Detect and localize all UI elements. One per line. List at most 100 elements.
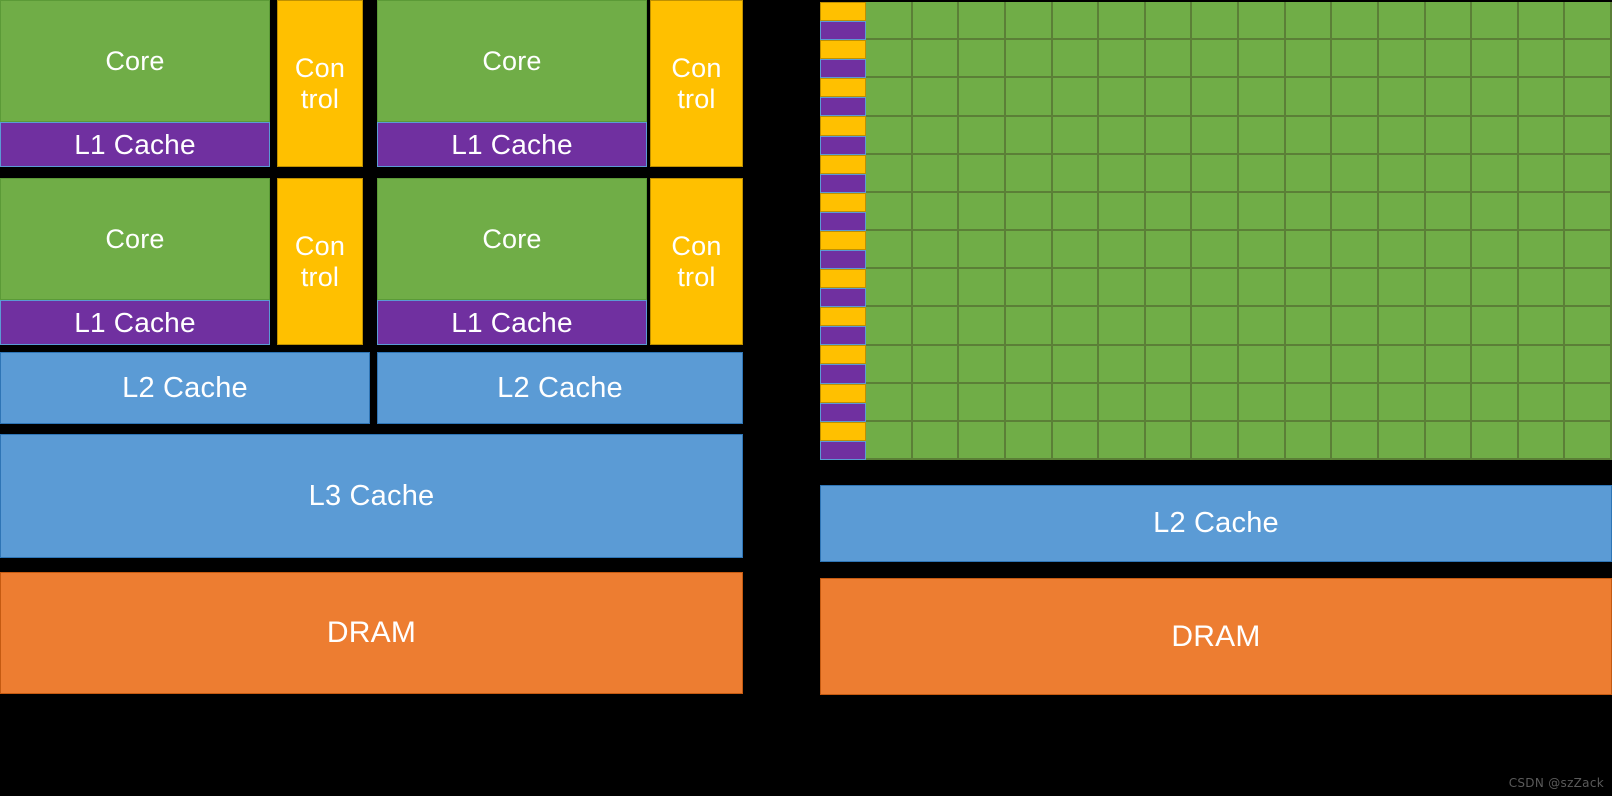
gpu-core-cell bbox=[1425, 40, 1473, 79]
gpu-core-cell bbox=[1145, 192, 1193, 231]
gpu-control-unit bbox=[820, 383, 866, 403]
gpu-core-cell bbox=[1052, 383, 1100, 422]
gpu-core-cell bbox=[866, 2, 913, 41]
cpu-core-0-core-block: Core bbox=[0, 0, 270, 122]
gpu-core-cell bbox=[1099, 307, 1146, 346]
gpu-core-cell bbox=[1565, 383, 1612, 422]
gpu-control-l1-column bbox=[820, 2, 866, 460]
gpu-core-cell bbox=[1145, 40, 1193, 79]
cpu-core-3-control: Con trol bbox=[650, 178, 743, 345]
gpu-core-cell bbox=[866, 116, 913, 155]
cpu-dram: DRAM bbox=[0, 572, 743, 694]
gpu-core-cell bbox=[1052, 269, 1100, 308]
gpu-core-cell bbox=[1099, 383, 1146, 422]
gpu-core-cell bbox=[1239, 78, 1286, 117]
gpu-core-cell bbox=[1239, 307, 1286, 346]
gpu-core-cell bbox=[1099, 192, 1146, 231]
csdn-watermark: CSDN @szZack bbox=[1508, 776, 1604, 790]
gpu-core-cell bbox=[959, 307, 1006, 346]
gpu-control-unit bbox=[820, 2, 866, 22]
gpu-core-cell bbox=[1285, 192, 1333, 231]
gpu-l1-cache-unit bbox=[820, 440, 866, 460]
gpu-core-cell bbox=[1192, 307, 1239, 346]
gpu-core-cell bbox=[1332, 40, 1379, 79]
gpu-core-cell bbox=[1472, 345, 1519, 384]
gpu-core-cell bbox=[1518, 154, 1566, 193]
gpu-control-unit bbox=[820, 40, 866, 60]
gpu-core-cell bbox=[1378, 192, 1426, 231]
gpu-core-cell bbox=[1565, 116, 1612, 155]
gpu-core-cell bbox=[1472, 40, 1519, 79]
gpu-core-cell bbox=[1472, 421, 1519, 460]
cpu-core-3-core-block: Core bbox=[377, 178, 647, 300]
gpu-core-grid bbox=[866, 2, 1612, 460]
gpu-control-unit bbox=[820, 154, 866, 174]
gpu-core-cell bbox=[1052, 192, 1100, 231]
gpu-control-unit bbox=[820, 192, 866, 212]
gpu-core-cell bbox=[912, 40, 960, 79]
gpu-core-cell bbox=[1472, 78, 1519, 117]
gpu-core-cell bbox=[866, 154, 913, 193]
gpu-core-cell bbox=[1332, 383, 1379, 422]
gpu-core-cell bbox=[959, 192, 1006, 231]
gpu-core-cell bbox=[1565, 78, 1612, 117]
gpu-core-cell bbox=[1378, 40, 1426, 79]
gpu-core-cell bbox=[1192, 345, 1239, 384]
diagram-canvas: Core L1 Cache Con trol Core L1 Cache Con… bbox=[0, 0, 1612, 796]
gpu-l1-cache-unit bbox=[820, 135, 866, 155]
gpu-core-cell bbox=[1425, 154, 1473, 193]
gpu-core-cell bbox=[1145, 116, 1193, 155]
cpu-core-1-core-block: Core bbox=[377, 0, 647, 122]
gpu-core-cell bbox=[1472, 2, 1519, 41]
gpu-core-cell bbox=[1052, 231, 1100, 270]
gpu-core-cell bbox=[959, 345, 1006, 384]
gpu-core-cell bbox=[1425, 269, 1473, 308]
gpu-core-cell bbox=[1192, 2, 1239, 41]
gpu-core-cell bbox=[1239, 421, 1286, 460]
gpu-core-cell bbox=[1518, 383, 1566, 422]
gpu-core-cell bbox=[1145, 231, 1193, 270]
gpu-core-cell bbox=[1285, 231, 1333, 270]
gpu-core-cell bbox=[1518, 307, 1566, 346]
gpu-core-cell bbox=[1192, 78, 1239, 117]
gpu-core-cell bbox=[1425, 383, 1473, 422]
gpu-core-cell bbox=[959, 269, 1006, 308]
gpu-core-cell bbox=[1099, 154, 1146, 193]
gpu-core-cell bbox=[1518, 192, 1566, 231]
gpu-core-cell bbox=[1285, 269, 1333, 308]
gpu-core-cell bbox=[1145, 421, 1193, 460]
gpu-core-cell bbox=[1192, 421, 1239, 460]
gpu-core-cell bbox=[1285, 154, 1333, 193]
gpu-core-cell bbox=[1378, 345, 1426, 384]
gpu-core-cell bbox=[1192, 269, 1239, 308]
gpu-core-cell bbox=[1565, 154, 1612, 193]
gpu-core-cell bbox=[1425, 307, 1473, 346]
gpu-core-cell bbox=[1332, 154, 1379, 193]
gpu-core-cell bbox=[912, 192, 960, 231]
gpu-l2-cache: L2 Cache bbox=[820, 485, 1612, 562]
gpu-core-cell bbox=[1239, 154, 1286, 193]
gpu-core-cell bbox=[1472, 192, 1519, 231]
gpu-core-cell bbox=[866, 231, 913, 270]
cpu-l2-cache-left: L2 Cache bbox=[0, 352, 370, 424]
gpu-core-cell bbox=[1565, 40, 1612, 79]
gpu-core-cell bbox=[1285, 421, 1333, 460]
gpu-core-cell bbox=[1518, 421, 1566, 460]
gpu-core-cell bbox=[1378, 383, 1426, 422]
gpu-core-cell bbox=[959, 2, 1006, 41]
gpu-core-cell bbox=[959, 383, 1006, 422]
gpu-core-cell bbox=[1378, 154, 1426, 193]
gpu-core-cell bbox=[1099, 40, 1146, 79]
gpu-l1-cache-unit bbox=[820, 250, 866, 270]
gpu-core-cell bbox=[1518, 2, 1566, 41]
gpu-core-cell bbox=[1565, 345, 1612, 384]
gpu-core-cell bbox=[1285, 116, 1333, 155]
gpu-l1-cache-unit bbox=[820, 21, 866, 41]
gpu-core-cell bbox=[1518, 40, 1566, 79]
gpu-core-cell bbox=[1145, 345, 1193, 384]
gpu-l1-cache-unit bbox=[820, 364, 866, 384]
cpu-core-1-control: Con trol bbox=[650, 0, 743, 167]
gpu-core-cell bbox=[1378, 421, 1426, 460]
gpu-core-cell bbox=[959, 154, 1006, 193]
gpu-core-cell bbox=[1005, 2, 1053, 41]
